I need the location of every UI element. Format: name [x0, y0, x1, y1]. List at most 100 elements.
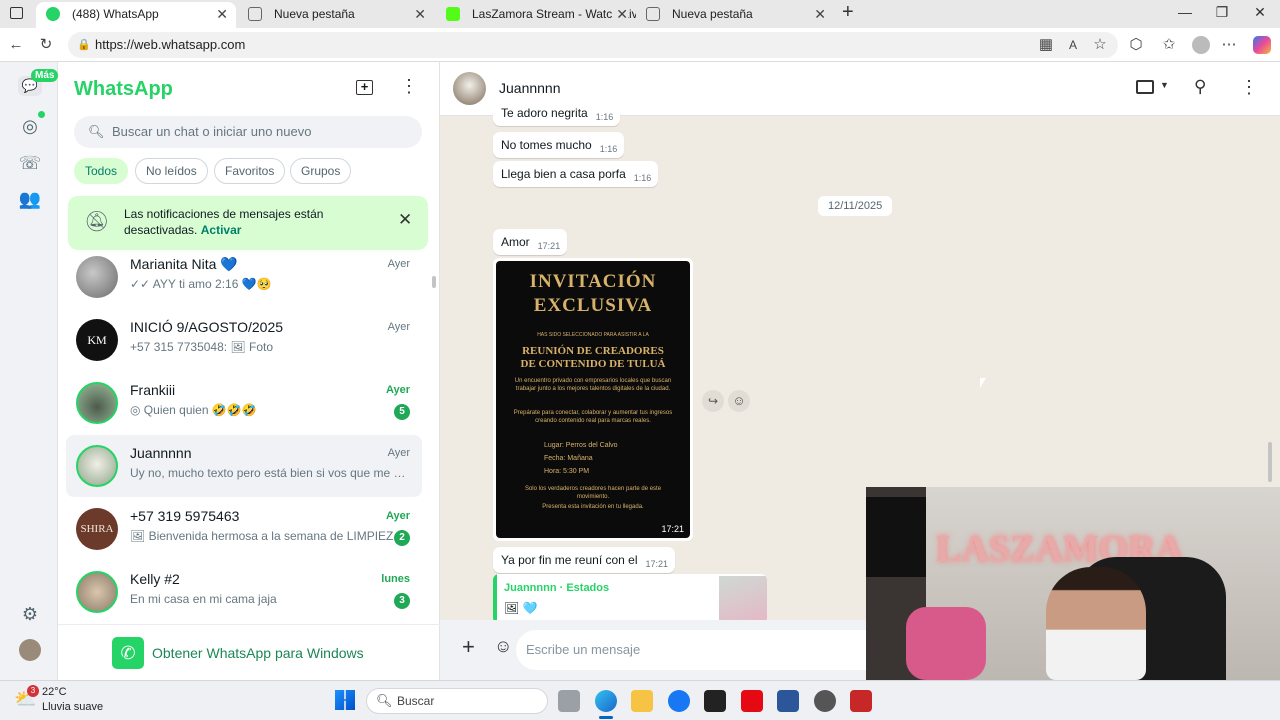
- communities-icon[interactable]: 👥: [18, 187, 42, 211]
- tv-shape: [866, 497, 926, 577]
- start-button[interactable]: [335, 690, 355, 710]
- image-message[interactable]: INVITACIÓN EXCLUSIVA HAS SIDO SELECCIONA…: [493, 258, 693, 541]
- own-profile-avatar[interactable]: [19, 639, 41, 661]
- chat-item[interactable]: SHIRA +57 319 5975463 🖼 Bienvenida hermo…: [66, 498, 422, 560]
- lock-icon[interactable]: 🔒: [77, 32, 91, 58]
- search-input[interactable]: 🔍︎ Buscar un chat o iniciar uno nuevo: [74, 116, 422, 148]
- webcam-overlay: LASZAMORA: [866, 487, 1280, 680]
- app-icon-2[interactable]: [850, 690, 872, 712]
- filter-no-leidos[interactable]: No leídos: [135, 158, 208, 184]
- url-field[interactable]: 🔒 https://web.whatsapp.com: [68, 32, 1118, 58]
- chat-item[interactable]: Marianita Nita 💙 ✓✓ AYY ti amo 2:16 💙🥺 A…: [66, 246, 422, 308]
- flyer-heading-1: REUNIÓN DE CREADORES: [522, 345, 664, 357]
- favorite-star-icon[interactable]: ☆: [1091, 36, 1109, 54]
- conversation-scrollbar[interactable]: [1268, 442, 1272, 482]
- word-icon[interactable]: [777, 690, 799, 712]
- invitation-flyer-image: INVITACIÓN EXCLUSIVA HAS SIDO SELECCIONA…: [496, 261, 690, 538]
- contact-avatar[interactable]: [453, 72, 486, 105]
- back-arrow-icon[interactable]: ←: [7, 36, 25, 54]
- forward-icon[interactable]: ↪: [702, 390, 724, 412]
- close-window-icon[interactable]: ✕: [1250, 4, 1270, 21]
- restore-icon[interactable]: ❐: [1212, 4, 1232, 21]
- flyer-hora: Hora: 5:30 PM: [544, 468, 590, 475]
- quote-content: 🖼 🩵: [504, 601, 538, 615]
- activate-link[interactable]: Activar: [201, 223, 242, 237]
- windows-taskbar: ⛅ 3 22°C Lluvia suave 🔍︎ Buscar: [0, 680, 1280, 720]
- whatsapp-brand-title: WhatsApp: [74, 78, 173, 100]
- chat-list-scrollbar[interactable]: [432, 276, 436, 288]
- favorites-icon[interactable]: ✩: [1160, 36, 1178, 54]
- settings-gear-icon[interactable]: ⚙: [18, 602, 42, 626]
- chat-time: Ayer: [387, 447, 410, 459]
- filter-grupos[interactable]: Grupos: [290, 158, 352, 184]
- close-tab-icon[interactable]: ✕: [612, 2, 628, 26]
- close-tab-icon[interactable]: ✕: [216, 2, 228, 26]
- chevron-down-icon[interactable]: ▼: [1160, 80, 1169, 90]
- message-bubble[interactable]: Llega bien a casa porfa 1:16: [493, 161, 659, 187]
- tab-actions-icon[interactable]: [10, 7, 23, 19]
- tab-title: Nueva pestaña: [274, 7, 355, 21]
- flyer-fecha: Fecha: Mañana: [544, 455, 593, 462]
- chat-time: lunes: [381, 573, 410, 585]
- filter-todos[interactable]: Todos: [74, 158, 129, 184]
- extensions-icon[interactable]: ⬡: [1127, 36, 1145, 54]
- message-time: 1:16: [633, 173, 652, 183]
- flyer-paragraph-3: Solo los verdaderos creadores hacen part…: [524, 486, 662, 500]
- plush-toys: [906, 607, 986, 680]
- filter-favoritos[interactable]: Favoritos: [214, 158, 286, 184]
- chat-item-selected[interactable]: Juannnnn Uy no, mucho texto pero está bi…: [66, 435, 422, 497]
- get-windows-app-banner[interactable]: ✆ Obtener WhatsApp para Windows: [58, 624, 440, 680]
- sticker-emoji-icon[interactable]: ☺: [494, 636, 512, 657]
- address-bar-row: ← ↻ 🔒 https://web.whatsapp.com ▦ A ☆ ⬡ ✩…: [0, 28, 1280, 62]
- channels-icon[interactable]: ☏: [18, 151, 42, 175]
- menu-dots-icon[interactable]: ⋮: [400, 76, 418, 97]
- chat-name: Juannnnn: [130, 445, 192, 461]
- weather-desc: Lluvia suave: [42, 701, 104, 713]
- attach-plus-icon[interactable]: +: [462, 634, 475, 660]
- refresh-icon[interactable]: ↻: [37, 36, 55, 54]
- close-tab-icon[interactable]: ✕: [414, 2, 426, 26]
- chat-item[interactable]: Kelly #2 En mi casa en mi cama jaja lune…: [66, 561, 422, 623]
- search-icon: 🔍︎: [376, 693, 393, 708]
- message-bubble[interactable]: Te adoro negrita 1:16: [493, 106, 621, 126]
- app-available-icon[interactable]: ▦: [1037, 36, 1055, 54]
- edge-active-indicator: [599, 716, 613, 719]
- facebook-icon[interactable]: [668, 690, 690, 712]
- tab-laszamora-stream[interactable]: LasZamora Stream - Watch Live o ✕: [436, 2, 636, 28]
- more-menu-icon[interactable]: ⋯: [1220, 36, 1238, 54]
- chat-item[interactable]: KM INICIÓ 9/AGOSTO/2025 +57 315 7735048:…: [66, 309, 422, 371]
- emoji-react-icon[interactable]: ☺: [728, 390, 750, 412]
- new-chat-icon[interactable]: +: [356, 80, 373, 95]
- video-call-icon[interactable]: [1136, 80, 1154, 94]
- message-bubble[interactable]: Ya por fin me reuní con el 17:21: [493, 547, 676, 573]
- flyer-heading-2: DE CONTENIDO DE TULUÁ: [520, 358, 666, 370]
- profile-avatar[interactable]: [1192, 36, 1210, 54]
- chat-preview: ◎ Quien quien 🤣🤣🤣: [130, 403, 257, 417]
- app-icon[interactable]: [814, 690, 836, 712]
- taskbar-search[interactable]: 🔍︎ Buscar: [366, 688, 548, 714]
- flyer-title-2: EXCLUSIVA: [533, 295, 653, 316]
- minimize-icon[interactable]: —: [1175, 4, 1195, 20]
- close-tab-icon[interactable]: ✕: [814, 2, 826, 26]
- status-reply-quote[interactable]: Juannnnn · Estados 🖼 🩵: [493, 574, 767, 624]
- file-explorer-icon[interactable]: [631, 690, 653, 712]
- tab-nueva-pestana-1[interactable]: Nueva pestaña ✕: [238, 2, 434, 28]
- new-tab-button[interactable]: +: [842, 1, 854, 24]
- netflix-icon[interactable]: [741, 690, 763, 712]
- menu-dots-icon[interactable]: ⋮: [1240, 77, 1258, 98]
- more-badge: Más: [31, 69, 59, 82]
- message-bubble[interactable]: Amor 17:21: [493, 229, 568, 255]
- status-icon[interactable]: ◎: [18, 114, 42, 138]
- edge-icon[interactable]: [595, 690, 617, 712]
- tab-whatsapp[interactable]: (488) WhatsApp ✕: [36, 2, 236, 28]
- message-bubble[interactable]: No tomes mucho 1:16: [493, 132, 625, 158]
- youtube-icon[interactable]: [704, 690, 726, 712]
- chat-preview: En mi casa en mi cama jaja: [130, 592, 277, 606]
- copilot-icon[interactable]: [1253, 36, 1271, 54]
- task-view-icon[interactable]: [558, 690, 580, 712]
- read-aloud-icon[interactable]: A: [1064, 36, 1082, 54]
- chat-item[interactable]: Frankiii ◎ Quien quien 🤣🤣🤣 Ayer 5: [66, 372, 422, 434]
- tab-nueva-pestana-2[interactable]: Nueva pestaña ✕: [636, 2, 834, 28]
- close-icon[interactable]: ✕: [398, 210, 412, 230]
- search-icon[interactable]: ⚲: [1194, 77, 1206, 97]
